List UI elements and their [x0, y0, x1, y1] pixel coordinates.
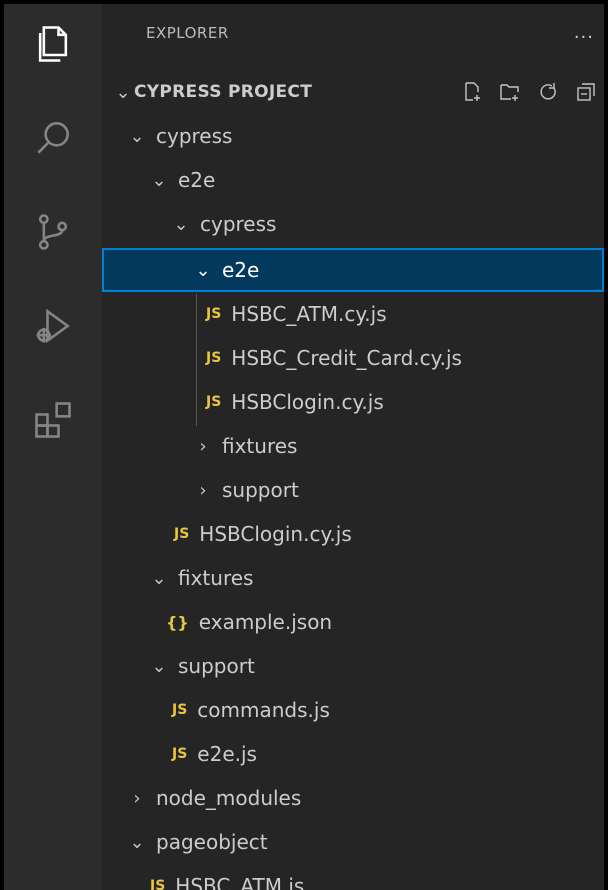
chevron-down-icon: ⌄: [173, 213, 189, 235]
tree-file[interactable]: {} example.json: [102, 600, 604, 644]
folder-label: fixtures: [178, 566, 254, 590]
folder-label: fixtures: [222, 434, 298, 458]
tree-file[interactable]: JS HSBClogin.cy.js: [102, 380, 604, 424]
file-label: commands.js: [197, 698, 330, 722]
folder-label: cypress: [156, 124, 233, 148]
tree-folder[interactable]: ⌄ cypress: [102, 114, 604, 158]
file-label: HSBC_ATM.cy.js: [231, 302, 387, 326]
folder-label: node_modules: [156, 786, 302, 810]
new-folder-icon[interactable]: [498, 80, 522, 104]
js-file-icon: JS: [172, 702, 188, 718]
search-icon[interactable]: [4, 108, 102, 168]
chevron-down-icon: ⌄: [151, 655, 167, 677]
tree-folder[interactable]: ⌄ fixtures: [102, 556, 604, 600]
activity-bar: [4, 4, 102, 890]
tree-file[interactable]: JS HSBC_Credit_Card.cy.js: [102, 336, 604, 380]
folder-label: pageobject: [156, 830, 268, 854]
new-file-icon[interactable]: [460, 80, 484, 104]
explorer-sidebar: EXPLORER ... ⌄ CYPRESS PROJECT ⌄ cypress…: [102, 4, 604, 890]
js-file-icon: JS: [174, 526, 190, 542]
project-header[interactable]: ⌄ CYPRESS PROJECT: [102, 70, 604, 114]
vscode-window: EXPLORER ... ⌄ CYPRESS PROJECT ⌄ cypress…: [4, 4, 604, 890]
tree-file[interactable]: JS HSBClogin.cy.js: [102, 512, 604, 556]
folder-label: e2e: [178, 168, 216, 192]
more-actions-button[interactable]: ...: [574, 22, 594, 43]
chevron-right-icon: ›: [133, 787, 141, 809]
tree-file[interactable]: JS e2e.js: [102, 732, 604, 776]
collapse-all-icon[interactable]: [574, 80, 598, 104]
file-label: HSBC_ATM.js: [175, 874, 305, 890]
chevron-down-icon: ⌄: [129, 125, 145, 147]
chevron-down-icon: ⌄: [151, 567, 167, 589]
js-file-icon: JS: [150, 878, 166, 890]
source-control-icon[interactable]: [4, 202, 102, 262]
js-file-icon: JS: [172, 746, 188, 762]
js-file-icon: JS: [206, 350, 222, 366]
tree-folder[interactable]: ⌄ e2e: [102, 158, 604, 202]
folder-label: support: [222, 478, 299, 502]
js-file-icon: JS: [206, 306, 222, 322]
chevron-down-icon: ⌄: [115, 81, 131, 103]
chevron-right-icon: ›: [199, 435, 207, 457]
tree-file[interactable]: JS HSBC_ATM.cy.js: [102, 292, 604, 336]
folder-label: cypress: [200, 212, 277, 236]
explorer-title: EXPLORER: [146, 24, 229, 42]
run-debug-icon[interactable]: [4, 296, 102, 356]
folder-label: support: [178, 654, 255, 678]
js-file-icon: JS: [206, 394, 222, 410]
tree-folder[interactable]: › fixtures: [102, 424, 604, 468]
tree-folder[interactable]: › support: [102, 468, 604, 512]
json-file-icon: {}: [166, 612, 189, 632]
tree-folder[interactable]: › node_modules: [102, 776, 604, 820]
tree-file[interactable]: JS commands.js: [102, 688, 604, 732]
file-label: example.json: [198, 610, 333, 634]
chevron-right-icon: ›: [199, 479, 207, 501]
file-label: HSBClogin.cy.js: [231, 390, 384, 414]
tree-folder[interactable]: ⌄ pageobject: [102, 820, 604, 864]
explorer-toolbar: [460, 70, 598, 114]
tree-folder-selected[interactable]: ⌄ e2e: [102, 248, 604, 292]
refresh-icon[interactable]: [536, 80, 560, 104]
project-title: CYPRESS PROJECT: [134, 82, 313, 102]
chevron-down-icon: ⌄: [195, 259, 211, 281]
chevron-down-icon: ⌄: [151, 169, 167, 191]
files-icon[interactable]: [4, 14, 102, 74]
folder-label: e2e: [222, 258, 260, 282]
file-label: e2e.js: [197, 742, 257, 766]
tree-folder[interactable]: ⌄ cypress: [102, 202, 604, 246]
extensions-icon[interactable]: [4, 390, 102, 450]
tree-folder[interactable]: ⌄ support: [102, 644, 604, 688]
chevron-down-icon: ⌄: [129, 831, 145, 853]
file-label: HSBClogin.cy.js: [199, 522, 352, 546]
file-label: HSBC_Credit_Card.cy.js: [231, 346, 462, 370]
tree-file[interactable]: JS HSBC_ATM.js: [102, 864, 604, 890]
